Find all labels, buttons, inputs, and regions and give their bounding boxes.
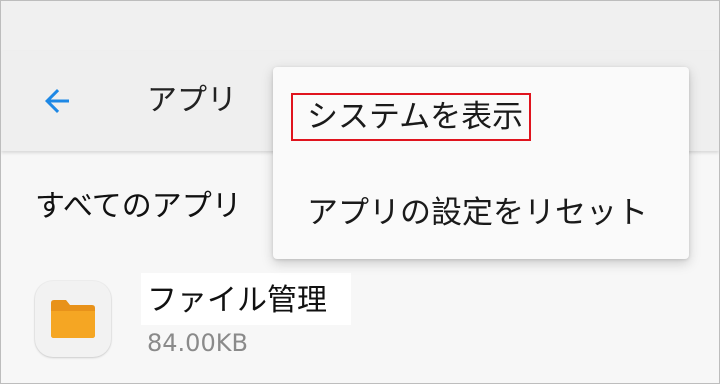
app-icon <box>35 281 111 357</box>
arrow-left-icon <box>45 89 69 113</box>
menu-item-reset-app-settings[interactable]: アプリの設定をリセット <box>273 173 689 253</box>
list-item[interactable]: ファイル管理 84.00KB <box>1 271 719 371</box>
menu-item-show-system[interactable]: システムを表示 <box>273 77 689 157</box>
folder-icon <box>51 300 95 338</box>
app-size: 84.00KB <box>147 329 248 357</box>
overflow-menu: システムを表示 アプリの設定をリセット <box>273 67 689 259</box>
app-name: ファイル管理 <box>147 283 327 318</box>
back-button[interactable] <box>35 79 79 123</box>
screen-frame: アプリ すべてのアプリ ファイル管理 84.00KB システムを表示 アプリの設… <box>0 0 720 384</box>
app-name-container: ファイル管理 <box>141 273 351 325</box>
page-title: アプリ <box>147 83 237 118</box>
status-bar <box>1 1 719 51</box>
menu-item-label: アプリの設定をリセット <box>307 195 648 231</box>
menu-item-label: システムを表示 <box>307 99 524 135</box>
section-title: すべてのアプリ <box>35 189 242 224</box>
